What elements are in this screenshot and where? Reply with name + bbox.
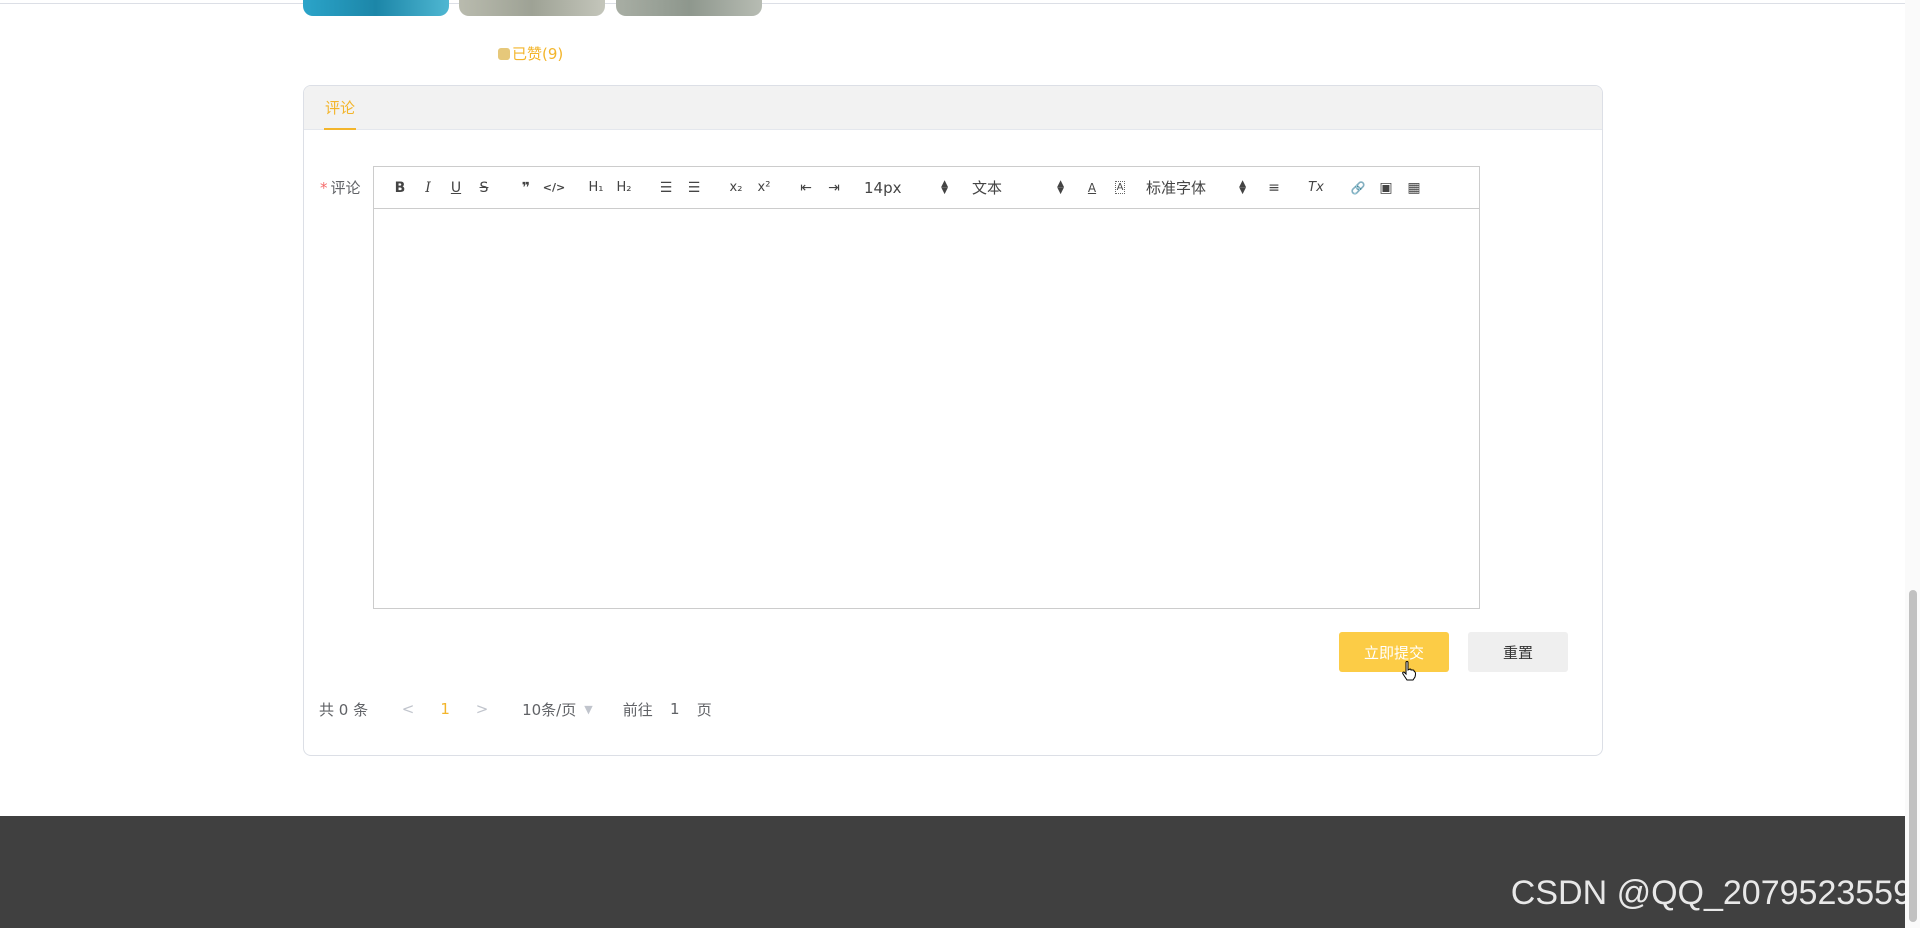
ordered-list-icon: ☰ <box>659 179 673 196</box>
background-color-icon: A <box>1114 181 1126 194</box>
align-button[interactable]: ≡ <box>1260 176 1288 200</box>
underline-button[interactable]: U <box>442 176 470 200</box>
outdent-icon: ⇤ <box>800 179 812 196</box>
font-size-select[interactable]: 14px ▲ ▼ <box>856 176 948 200</box>
pagination: 共 0 条 < 1 > 10条/页 ▼ 前往 页 <box>319 695 712 723</box>
header-2-button[interactable]: H₂ <box>610 176 638 200</box>
superscript-button[interactable]: x² <box>750 176 778 200</box>
clear-format-icon: Tx <box>1308 180 1324 195</box>
scrollbar-thumb[interactable] <box>1909 590 1917 922</box>
gallery-image[interactable] <box>459 0 605 16</box>
gallery-image[interactable] <box>303 0 449 16</box>
code-block-button[interactable]: </> <box>540 176 568 200</box>
select-arrows-icon: ▲ ▼ <box>941 178 948 196</box>
bullet-list-button[interactable]: ☰ <box>680 176 708 200</box>
outdent-button[interactable]: ⇤ <box>792 176 820 200</box>
prev-page-button[interactable]: < <box>396 700 420 718</box>
align-left-icon: ≡ <box>1268 179 1280 196</box>
goto-page-input[interactable] <box>652 700 697 718</box>
goto-suffix: 页 <box>696 700 712 719</box>
gallery-image[interactable] <box>616 0 762 16</box>
subscript-button[interactable]: x₂ <box>722 176 750 200</box>
bullet-list-icon: ☰ <box>687 179 701 196</box>
image-icon: ▣ <box>1379 179 1393 196</box>
blockquote-button[interactable]: ❞ <box>512 176 540 200</box>
chevron-down-icon: ▼ <box>584 702 593 716</box>
video-button[interactable]: ▦ <box>1400 176 1428 200</box>
rich-text-editor: B I U S ❞ </> H₁ H₂ ☰ ☰ x₂ x² ⇤ ⇥ 14px ▲… <box>373 166 1480 609</box>
editor-content-area[interactable] <box>374 209 1479 608</box>
hand-cursor-icon <box>1402 661 1416 681</box>
comment-field-label: * 评论 <box>320 179 361 197</box>
reset-button[interactable]: 重置 <box>1468 632 1568 672</box>
text-color-button[interactable]: A <box>1078 176 1106 200</box>
code-icon: </> <box>542 181 566 194</box>
thumbs-up-icon <box>498 47 510 60</box>
editor-toolbar: B I U S ❞ </> H₁ H₂ ☰ ☰ x₂ x² ⇤ ⇥ 14px ▲… <box>374 167 1479 209</box>
bold-button[interactable]: B <box>386 176 414 200</box>
required-mark: * <box>320 179 328 197</box>
select-arrows-icon: ▲ ▼ <box>1057 178 1064 196</box>
video-icon: ▦ <box>1407 179 1421 196</box>
goto-label: 前往 <box>622 700 653 719</box>
quote-icon: ❞ <box>521 179 531 196</box>
next-page-button[interactable]: > <box>470 700 494 718</box>
font-family-select[interactable]: 标准字体 ▲ ▼ <box>1146 176 1246 200</box>
ordered-list-button[interactable]: ☰ <box>652 176 680 200</box>
indent-icon: ⇥ <box>828 179 840 196</box>
tab-comments[interactable]: 评论 <box>324 86 357 130</box>
italic-button[interactable]: I <box>414 176 442 200</box>
submit-button[interactable]: 立即提交 <box>1339 632 1449 672</box>
background-color-button[interactable]: A <box>1106 176 1134 200</box>
header-select[interactable]: 文本 ▲ ▼ <box>972 176 1064 200</box>
page-number-current[interactable]: 1 <box>420 700 470 718</box>
header-1-button[interactable]: H₁ <box>582 176 610 200</box>
like-count-label: 已赞(9) <box>512 45 564 63</box>
text-color-icon: A <box>1087 180 1097 195</box>
page-size-select[interactable]: 10条/页 ▼ <box>522 699 593 720</box>
image-button[interactable]: ▣ <box>1372 176 1400 200</box>
link-button[interactable]: 🔗 <box>1344 176 1372 200</box>
indent-button[interactable]: ⇥ <box>820 176 848 200</box>
like-button[interactable]: 已赞(9) <box>498 43 563 64</box>
select-arrows-icon: ▲ ▼ <box>1239 178 1246 196</box>
top-divider <box>0 0 1905 4</box>
pagination-total: 共 0 条 <box>319 700 369 719</box>
vertical-scrollbar[interactable] <box>1905 0 1920 928</box>
clear-format-button[interactable]: Tx <box>1302 176 1330 200</box>
link-icon: 🔗 <box>1350 180 1366 195</box>
strike-button[interactable]: S <box>470 176 498 200</box>
tab-bar: 评论 <box>304 86 1602 130</box>
comment-card: 评论 * 评论 B I U S ❞ </> H₁ H₂ ☰ ☰ x₂ x² ⇤ ⇥… <box>303 85 1603 756</box>
watermark: CSDN @QQ_2079523559 <box>1510 874 1912 912</box>
